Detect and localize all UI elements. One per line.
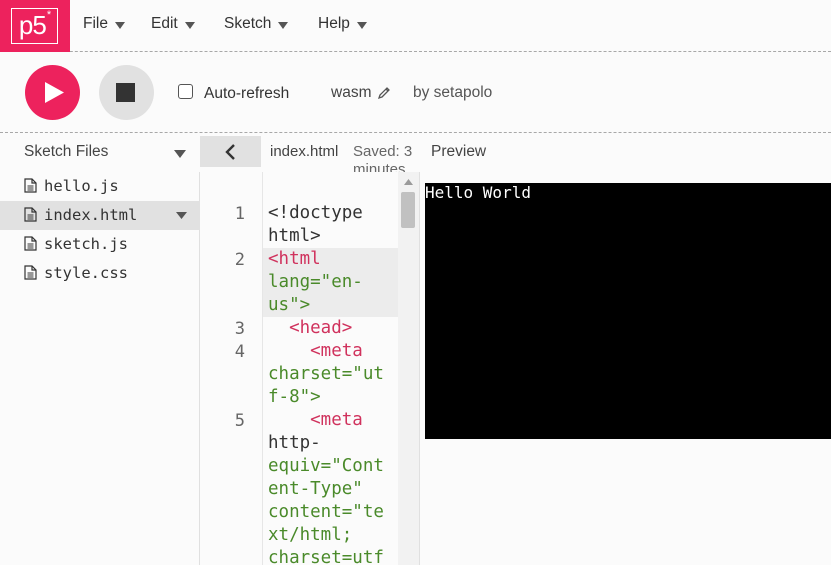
file-item-hello-js[interactable]: hello.js <box>0 172 200 201</box>
chevron-left-icon <box>225 144 235 160</box>
code-line: equiv="Cont <box>268 456 384 476</box>
auto-refresh-checkbox[interactable] <box>178 84 193 99</box>
chevron-down-icon <box>114 21 125 29</box>
file-icon <box>24 236 37 251</box>
play-button[interactable] <box>25 65 80 120</box>
logo-text: p5 <box>18 10 47 40</box>
menu-edit-label: Edit <box>151 15 178 32</box>
code-line: <meta <box>268 341 363 361</box>
menu-file[interactable]: File <box>83 15 125 33</box>
scrollbar-thumb[interactable] <box>401 192 415 228</box>
code-line: <head> <box>268 318 353 338</box>
code-editor[interactable]: 1 2 3 4 5 <!doctype html> <html lang="en… <box>201 172 420 565</box>
menu-sketch-label: Sketch <box>224 15 272 32</box>
file-icon <box>24 207 37 222</box>
code-line: html> <box>268 226 321 246</box>
code-line: charset="ut <box>268 364 384 384</box>
auto-refresh-label: Auto-refresh <box>204 85 290 102</box>
menu-help-label: Help <box>318 15 350 32</box>
code-line: charset=utf <box>268 548 384 565</box>
file-item-sketch-js[interactable]: sketch.js <box>0 230 200 259</box>
file-name: style.css <box>44 264 128 282</box>
line-number: 3 <box>234 319 245 339</box>
line-number-gutter: 1 2 3 4 5 <box>201 172 263 565</box>
code-line: http- <box>268 433 321 453</box>
chevron-down-icon <box>278 21 289 29</box>
file-name: index.html <box>44 206 138 224</box>
code-line: content="te <box>268 502 384 522</box>
code-line: xt/html; <box>268 525 353 545</box>
code-line: f-8"> <box>268 387 321 407</box>
line-number: 5 <box>234 411 245 431</box>
file-icon <box>24 178 37 193</box>
editor-scrollbar[interactable] <box>398 172 419 565</box>
preview-label: Preview <box>431 143 487 160</box>
code-line: <!doctype <box>268 203 363 223</box>
menu-sketch[interactable]: Sketch <box>224 15 289 33</box>
file-sidebar: hello.js index.html sketch.js style.css <box>0 172 200 565</box>
logo-mark: p5* <box>11 8 58 44</box>
code-line: <html <box>268 249 321 269</box>
sketch-files-menu-icon[interactable] <box>174 150 186 158</box>
top-nav: p5* File Edit Sketch Help <box>0 0 831 52</box>
stop-icon <box>116 83 135 102</box>
sketch-files-label: Sketch Files <box>24 143 109 160</box>
preview-output-text: Hello World <box>425 183 531 202</box>
preview-canvas[interactable]: Hello World <box>425 183 831 439</box>
line-number: 1 <box>234 204 245 224</box>
file-options-icon[interactable] <box>176 212 187 219</box>
line-number: 4 <box>234 342 245 362</box>
sketch-owner: by setapolo <box>413 84 493 101</box>
code-line: ent-Type" <box>268 479 363 499</box>
file-name: hello.js <box>44 177 119 195</box>
logo-asterisk: * <box>46 9 51 21</box>
line-number: 2 <box>234 250 245 270</box>
pencil-icon <box>378 87 391 100</box>
sketch-name: wasm <box>331 84 372 101</box>
menu-edit[interactable]: Edit <box>151 15 195 33</box>
menu-help[interactable]: Help <box>318 15 367 33</box>
file-name: sketch.js <box>44 235 128 253</box>
file-item-style-css[interactable]: style.css <box>0 259 200 288</box>
stop-button[interactable] <box>99 65 154 120</box>
sketch-name-edit[interactable]: wasm <box>331 84 391 102</box>
collapse-sidebar-button[interactable] <box>200 136 261 167</box>
file-icon <box>24 265 37 280</box>
chevron-down-icon <box>184 21 195 29</box>
menu-file-label: File <box>83 15 108 32</box>
file-item-index-html[interactable]: index.html <box>0 201 200 230</box>
toolbar: Auto-refresh wasm by setapolo <box>0 53 831 133</box>
chevron-down-icon <box>356 21 367 29</box>
scroll-up-arrow-icon[interactable] <box>404 179 413 185</box>
current-file-name: index.html <box>270 143 339 160</box>
p5-logo[interactable]: p5* <box>0 0 70 52</box>
code-line: lang="en- <box>268 272 363 292</box>
play-icon <box>45 82 64 103</box>
code-line: <meta <box>268 410 363 430</box>
code-line: us"> <box>268 295 311 315</box>
